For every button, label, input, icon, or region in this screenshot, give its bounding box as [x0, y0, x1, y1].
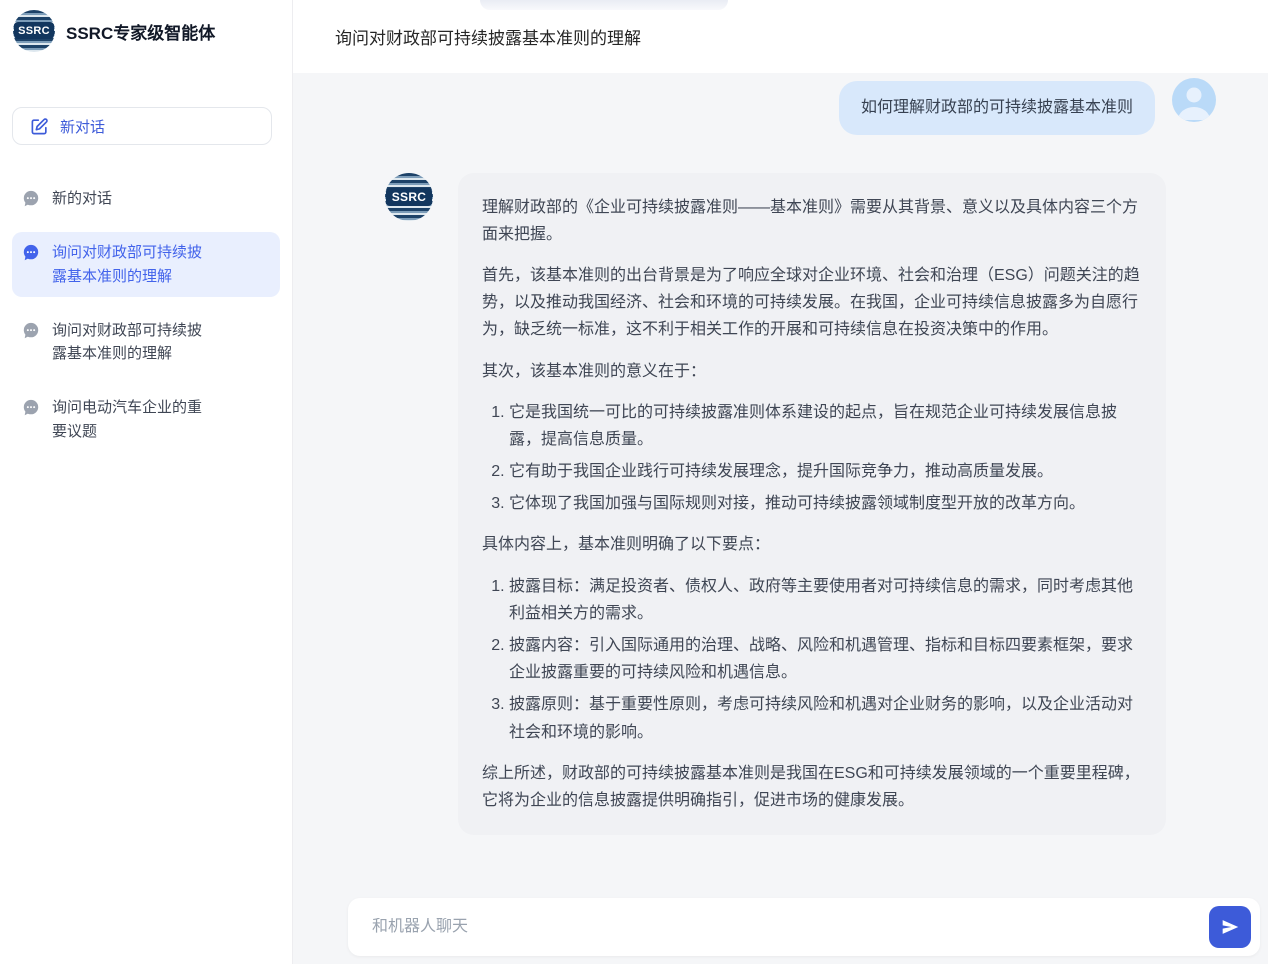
assistant-paragraph: 综上所述，财政部的可持续披露基本准则是我国在ESG和可持续发展领域的一个重要里程…	[482, 760, 1142, 814]
user-avatar	[1172, 78, 1216, 122]
chat-header: 询问对财政部可持续披露基本准则的理解	[293, 0, 1268, 73]
bot-avatar: SSRC	[385, 173, 433, 221]
assistant-message-row: SSRC 理解财政部的《企业可持续披露准则——基本准则》需要从其背景、意义以及具…	[293, 173, 1268, 836]
main-panel: 询问对财政部可持续披露基本准则的理解 如何理解财政部的可持续披露基本准则 SSR…	[293, 0, 1268, 964]
significance-list: 它是我国统一可比的可持续披露准则体系建设的起点，旨在规范企业可持续发展信息披露，…	[482, 399, 1142, 518]
ssrc-logo-label: SSRC	[386, 188, 432, 206]
send-button[interactable]	[1209, 906, 1251, 948]
user-message-row: 如何理解财政部的可持续披露基本准则	[293, 73, 1268, 135]
sidebar-item-conversation-active[interactable]: 询问对财政部可持续披露基本准则的理解	[12, 232, 280, 297]
ssrc-logo-label: SSRC	[14, 22, 54, 39]
new-chat-button[interactable]: 新对话	[12, 107, 272, 145]
scrolled-message-peek	[480, 0, 728, 10]
list-item: 披露内容：引入国际通用的治理、战略、风险和机遇管理、指标和目标四要素框架，要求企…	[509, 632, 1142, 686]
list-item: 它有助于我国企业践行可持续发展理念，提升国际竞争力，推动高质量发展。	[509, 458, 1142, 485]
send-icon	[1219, 916, 1241, 938]
message-scroll-area[interactable]: 如何理解财政部的可持续披露基本准则 SSRC 理解财政部的《企业可持续披露准则—…	[293, 73, 1268, 898]
conversation-label: 新的对话	[52, 187, 214, 210]
new-chat-label: 新对话	[60, 116, 105, 137]
conversation-list: 新的对话 询问对财政部可持续披露基本准则的理解 询问对财政部可持续披露基本准则的…	[0, 178, 292, 452]
chat-bubble-icon	[22, 399, 40, 417]
sidebar-item-conversation[interactable]: 询问对财政部可持续披露基本准则的理解	[12, 310, 280, 375]
assistant-paragraph: 其次，该基本准则的意义在于：	[482, 358, 1142, 385]
brand: SSRC SSRC专家级智能体	[0, 0, 292, 62]
list-item: 披露目标：满足投资者、债权人、政府等主要使用者对可持续信息的需求，同时考虑其他利…	[509, 573, 1142, 627]
assistant-paragraph: 首先，该基本准则的出台背景是为了响应全球对企业环境、社会和治理（ESG）问题关注…	[482, 262, 1142, 344]
list-item: 披露原则：基于重要性原则，考虑可持续风险和机遇对企业财务的影响，以及企业活动对社…	[509, 691, 1142, 745]
chat-bubble-icon	[22, 190, 40, 208]
chat-input[interactable]	[372, 918, 1209, 936]
chat-bubble-icon	[22, 322, 40, 340]
user-message-bubble: 如何理解财政部的可持续披露基本准则	[839, 81, 1155, 135]
assistant-paragraph: 理解财政部的《企业可持续披露准则——基本准则》需要从其背景、意义以及具体内容三个…	[482, 194, 1142, 248]
list-item: 它是我国统一可比的可持续披露准则体系建设的起点，旨在规范企业可持续发展信息披露，…	[509, 399, 1142, 453]
conversation-label: 询问对财政部可持续披露基本准则的理解	[52, 319, 214, 366]
assistant-message-bubble: 理解财政部的《企业可持续披露准则——基本准则》需要从其背景、意义以及具体内容三个…	[458, 173, 1166, 836]
page-title: 询问对财政部可持续披露基本准则的理解	[335, 24, 641, 49]
sidebar-item-conversation[interactable]: 询问电动汽车企业的重要议题	[12, 387, 280, 452]
sidebar: SSRC SSRC专家级智能体 新对话 新的对话	[0, 0, 293, 964]
assistant-paragraph: 具体内容上，基本准则明确了以下要点：	[482, 531, 1142, 558]
list-item: 它体现了我国加强与国际规则对接，推动可持续披露领域制度型开放的改革方向。	[509, 490, 1142, 517]
person-icon	[1172, 78, 1216, 122]
content-list: 披露目标：满足投资者、债权人、政府等主要使用者对可持续信息的需求，同时考虑其他利…	[482, 573, 1142, 746]
edit-icon	[30, 117, 49, 136]
conversation-label: 询问电动汽车企业的重要议题	[52, 396, 214, 443]
ssrc-logo-icon: SSRC	[385, 173, 433, 221]
sidebar-item-new-conversation[interactable]: 新的对话	[12, 178, 280, 219]
conversation-label: 询问对财政部可持续披露基本准则的理解	[52, 241, 214, 288]
composer-bar	[348, 898, 1260, 956]
app-title: SSRC专家级智能体	[66, 19, 215, 44]
ssrc-logo-icon: SSRC	[13, 10, 55, 52]
chat-bubble-icon	[22, 244, 40, 262]
